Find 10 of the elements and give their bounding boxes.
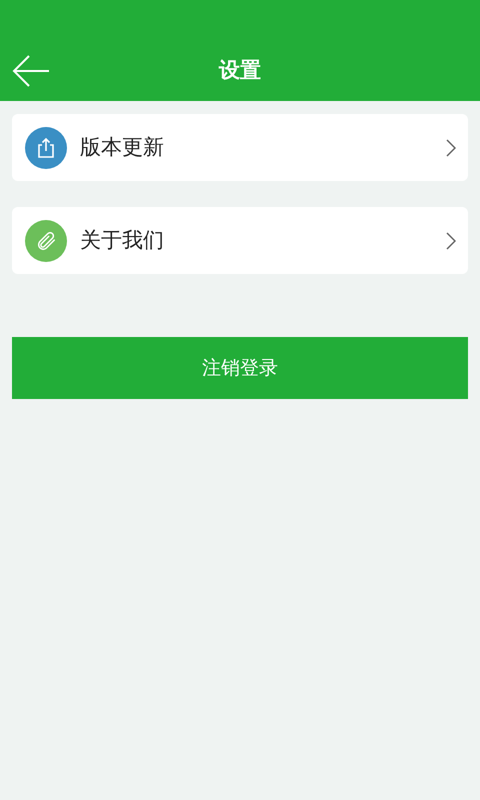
paperclip-icon [35,230,57,252]
settings-row[interactable]: 关于我们 [12,207,468,274]
settings-row[interactable]: 版本更新 [12,114,468,181]
page-title: 设置 [219,56,261,84]
chevron-right-icon [446,138,456,156]
row-label: 关于我们 [80,226,165,254]
row-label: 版本更新 [80,134,165,161]
chevron-right-icon [446,232,456,250]
share-icon [36,136,56,158]
back-arrow-icon [12,54,50,88]
